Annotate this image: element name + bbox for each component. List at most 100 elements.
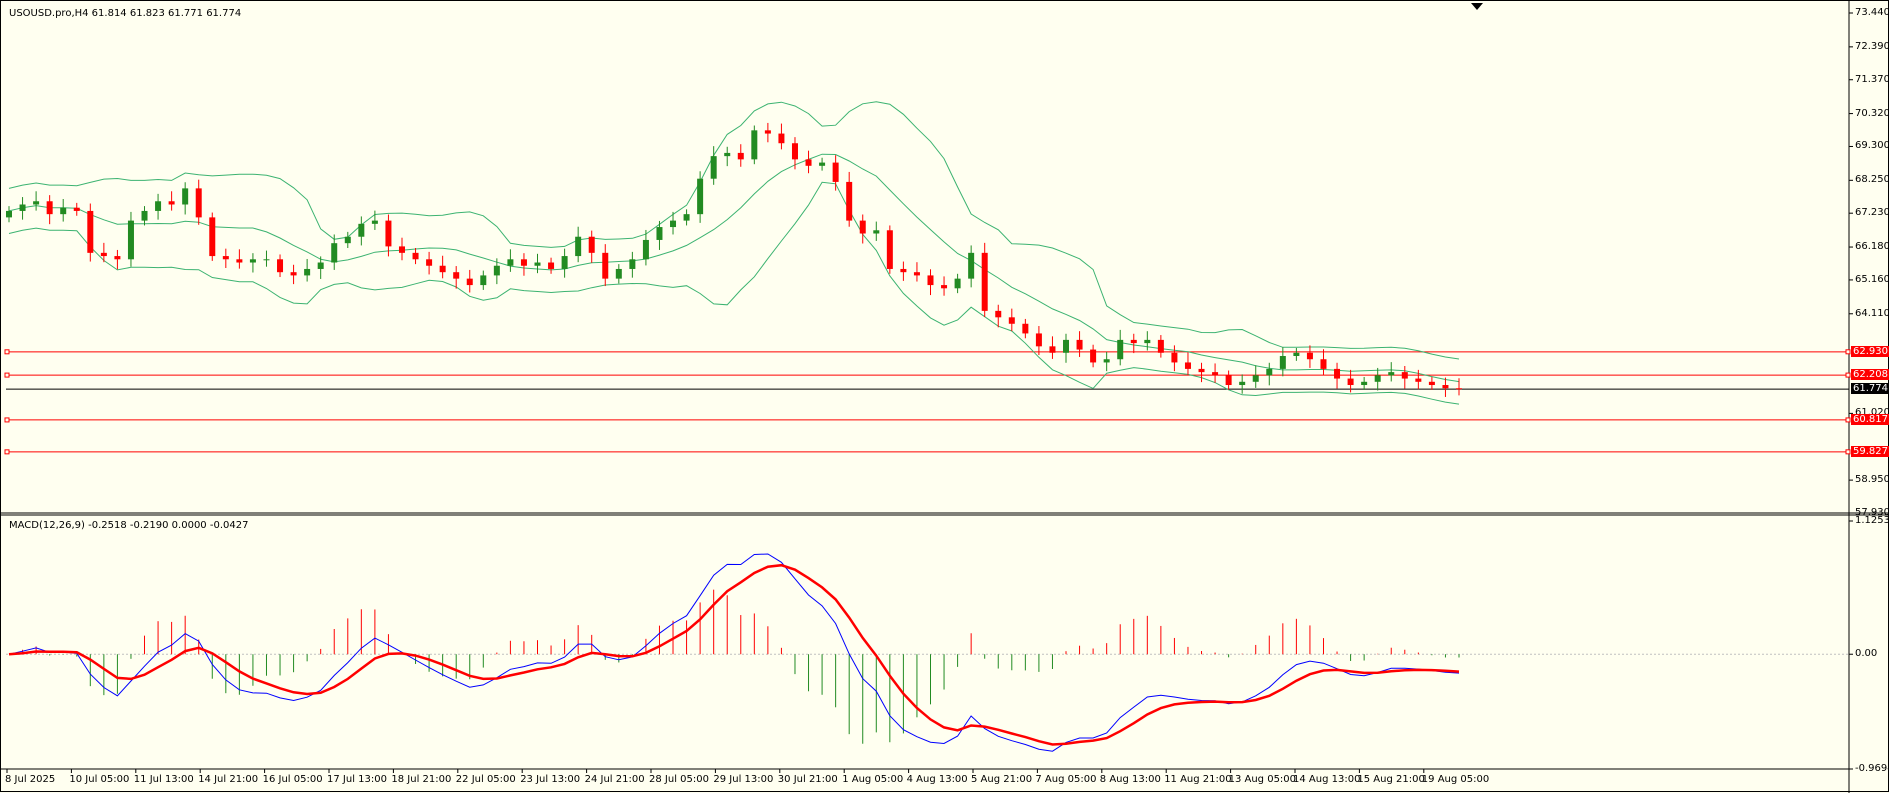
bear-candle [1198, 368, 1205, 373]
bear-candle [1171, 352, 1178, 363]
price-tick-label: 71.370 [1855, 73, 1889, 85]
level-handle [4, 417, 10, 423]
bear-candle [832, 162, 839, 182]
bear-candle [1212, 372, 1219, 376]
time-tick-label: 13 Aug 05:00 [1228, 774, 1297, 785]
price-tick-label: 68.250 [1855, 174, 1889, 186]
price-tick-label: 65.160 [1855, 273, 1889, 285]
bear-candle [927, 275, 934, 286]
bear-candle [277, 259, 284, 273]
bear-candle [778, 133, 785, 144]
bull-candle [615, 268, 622, 279]
bull-candle [873, 230, 880, 234]
chart-shift-marker[interactable] [1471, 3, 1483, 10]
bull-candle [534, 262, 541, 266]
time-tick-label: 8 Jul 2025 [5, 774, 56, 785]
bull-candle [155, 201, 162, 211]
bull-candle [1266, 368, 1273, 376]
macd-tick-label: 0.00 [1855, 648, 1878, 660]
bear-candle [1347, 378, 1354, 386]
bull-candle [182, 188, 189, 205]
bear-candle [195, 188, 202, 218]
time-tick-label: 30 Jul 21:00 [777, 774, 838, 785]
bull-candle [1117, 339, 1124, 360]
bear-candle [1442, 385, 1449, 389]
chart-window[interactable]: USOUSD.pro,H4 61.814 61.823 61.771 61.77… [0, 0, 1889, 793]
bear-candle [1049, 346, 1056, 353]
bull-candle [710, 156, 717, 179]
time-tick-label: 4 Aug 13:00 [906, 774, 968, 785]
bull-candle [1293, 352, 1300, 357]
bull-candle [60, 207, 67, 215]
bull-candle [575, 236, 582, 257]
bear-candle [87, 210, 94, 253]
level-handle [4, 449, 10, 455]
bull-candle [507, 259, 514, 266]
bull-candle [697, 178, 704, 215]
bear-candle [453, 272, 460, 279]
bull-candle [1252, 375, 1259, 382]
bull-candle [1388, 372, 1395, 376]
bear-candle [73, 207, 80, 211]
bear-candle [412, 252, 419, 260]
bull-candle [670, 220, 677, 228]
bear-candle [764, 130, 771, 134]
level-handle [1845, 449, 1851, 455]
bear-candle [1306, 352, 1313, 360]
bear-candle [168, 201, 175, 205]
bear-candle [1225, 375, 1232, 386]
bull-candle [561, 256, 568, 269]
signal-line [8, 563, 1460, 746]
level-price-tag: 62.208 [1851, 369, 1889, 381]
bear-candle [1090, 349, 1097, 363]
time-tick-label: 18 Jul 21:00 [391, 774, 452, 785]
bear-candle [385, 220, 392, 247]
bull-candle [371, 220, 378, 224]
price-tick-label: 58.950 [1855, 474, 1889, 486]
time-tick-label: 28 Jul 05:00 [649, 774, 709, 785]
bear-candle [737, 152, 744, 160]
bull-candle [127, 220, 134, 260]
bear-candle [439, 265, 446, 273]
macd-line [8, 553, 1460, 752]
bear-candle [1401, 372, 1408, 379]
bear-candle [900, 268, 907, 273]
bull-candle [683, 214, 690, 221]
bear-candle [114, 256, 121, 260]
bear-candle [466, 278, 473, 286]
bull-candle [6, 210, 12, 218]
bull-candle [317, 262, 324, 269]
bull-candle [358, 223, 365, 237]
level-price-tag: 62.930 [1851, 345, 1889, 357]
time-tick-label: 8 Aug 13:00 [1099, 774, 1161, 785]
bull-candle [249, 259, 256, 263]
bull-candle [1279, 356, 1286, 369]
time-tick-label: 15 Aug 21:00 [1357, 774, 1425, 785]
bear-candle [1320, 359, 1327, 369]
time-tick-label: 24 Jul 21:00 [584, 774, 645, 785]
level-handle [1845, 417, 1851, 423]
bollinger-upper [8, 101, 1460, 360]
bollinger-lower [8, 181, 1460, 405]
time-tick-label: 11 Aug 21:00 [1164, 774, 1232, 785]
time-tick-label: 17 Jul 13:00 [327, 774, 387, 785]
macd-tick-label: 1.1253 [1855, 515, 1889, 526]
bollinger-middle [8, 153, 1460, 383]
bear-candle [791, 143, 798, 160]
bear-candle [1008, 317, 1015, 324]
price-chart[interactable] [1, 1, 1889, 793]
bear-candle [1428, 381, 1435, 386]
bear-candle [1130, 339, 1137, 344]
price-tick-label: 73.440 [1855, 7, 1889, 18]
bull-candle [954, 278, 961, 289]
bear-candle [46, 201, 53, 215]
time-tick-label: 22 Jul 05:00 [455, 774, 516, 785]
bull-candle [493, 265, 500, 276]
bull-candle [629, 259, 636, 269]
level-price-tag: 60.817 [1851, 413, 1889, 425]
macd-title: MACD(12,26,9) -0.2518 -0.2190 0.0000 -0.… [9, 520, 249, 531]
bear-candle [805, 159, 812, 166]
bull-candle [642, 239, 649, 260]
bull-candle [1239, 381, 1246, 386]
bear-candle [886, 230, 893, 269]
